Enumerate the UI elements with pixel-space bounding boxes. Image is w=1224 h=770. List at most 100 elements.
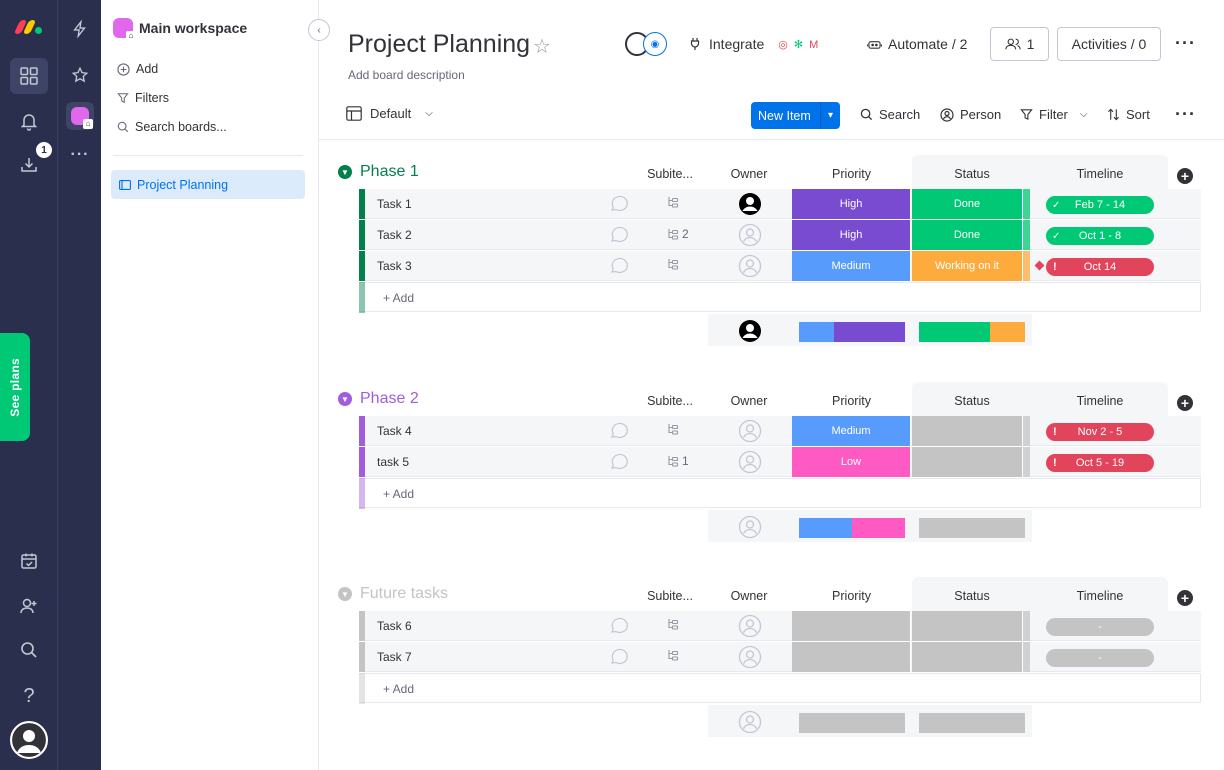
favorite-star-icon[interactable]: ☆ (533, 34, 551, 59)
search-boards-input[interactable]: Search boards... (117, 120, 227, 134)
table-row[interactable]: Task 4 Medium! Nov 2 - 5 (359, 416, 1201, 446)
status-cell[interactable]: Done (912, 220, 1023, 250)
column-header-timeline[interactable]: Timeline (1040, 394, 1160, 408)
subitems-cell[interactable] (667, 649, 682, 661)
invite-members-button[interactable]: 1 (990, 27, 1049, 61)
item-updates-bubble-icon[interactable] (609, 256, 631, 276)
priority-cell[interactable] (792, 611, 911, 641)
priority-cell[interactable] (792, 642, 911, 672)
add-column-icon[interactable]: + (1177, 168, 1193, 184)
status-summary-bar[interactable] (919, 713, 1025, 733)
group-title[interactable]: ▼ Phase 1 (338, 163, 419, 181)
item-name[interactable]: Task 4 (377, 424, 412, 438)
board-link-project-planning[interactable]: Project Planning (111, 170, 305, 199)
subitems-cell[interactable] (667, 258, 682, 270)
timeline-pill[interactable]: - (1046, 618, 1154, 636)
timeline-pill[interactable]: ✓ Feb 7 - 14 (1046, 196, 1154, 214)
status-cell[interactable]: Working on it (912, 251, 1023, 281)
workspace-add-button[interactable]: Add (117, 62, 158, 76)
sort-button[interactable]: Sort (1107, 107, 1150, 122)
owner-empty-avatar-icon[interactable] (738, 419, 762, 443)
search-button[interactable]: Search (860, 107, 920, 122)
calendar-check-icon[interactable] (16, 548, 42, 574)
item-name[interactable]: task 5 (377, 455, 409, 469)
workspace-switch-icon[interactable]: ⌂ (66, 102, 94, 130)
owner-empty-avatar-icon[interactable] (738, 450, 762, 474)
table-row[interactable]: task 5 1 Low ! Oct 5 - 19 (359, 447, 1201, 477)
group-collapse-chevron-icon[interactable]: ▼ (338, 165, 352, 179)
user-avatar[interactable] (10, 721, 48, 759)
bell-icon[interactable] (16, 108, 42, 134)
timeline-pill[interactable]: ! Oct 14 (1046, 258, 1154, 276)
priority-summary-bar[interactable] (799, 713, 905, 733)
more-dots-icon[interactable]: ··· (67, 142, 93, 168)
lightning-icon[interactable] (67, 16, 93, 42)
subitems-cell[interactable]: 1 (667, 454, 689, 468)
status-summary-bar[interactable] (919, 322, 1025, 342)
item-updates-bubble-icon[interactable] (609, 194, 631, 214)
subitems-cell[interactable] (667, 423, 682, 435)
priority-cell[interactable]: Low (792, 447, 911, 477)
column-header-owner[interactable]: Owner (720, 167, 778, 181)
chevron-down-icon[interactable]: ⌵ (1080, 109, 1088, 120)
priority-cell[interactable]: High (792, 220, 911, 250)
column-header-owner[interactable]: Owner (720, 589, 778, 603)
new-item-dropdown-icon[interactable]: ▾ (820, 102, 840, 129)
timeline-pill[interactable]: ✓ Oct 1 - 8 (1046, 227, 1154, 245)
see-plans-button[interactable]: See plans (0, 333, 30, 441)
person-filter-button[interactable]: Person (940, 107, 1001, 122)
activities-button[interactable]: Activities / 0 (1057, 27, 1161, 61)
owner-avatar[interactable] (738, 192, 762, 216)
monday-logo[interactable] (12, 14, 46, 40)
toolbar-more-icon[interactable]: ··· (1175, 104, 1196, 125)
timeline-pill[interactable]: - (1046, 649, 1154, 667)
item-updates-bubble-icon[interactable] (609, 647, 631, 667)
workspace-title[interactable]: ⌂ Main workspace (113, 18, 247, 41)
priority-cell[interactable]: Medium (792, 251, 911, 281)
board-more-icon[interactable]: ··· (1175, 33, 1196, 54)
column-header-timeline[interactable]: Timeline (1040, 167, 1160, 181)
priority-cell[interactable]: High (792, 189, 911, 219)
column-header-subitems[interactable]: Subite... (640, 167, 700, 181)
group-collapse-chevron-icon[interactable]: ▼ (338, 587, 352, 601)
favorites-star-icon[interactable] (67, 62, 93, 88)
automate-button[interactable]: Automate / 2 (867, 36, 967, 52)
item-name[interactable]: Task 1 (377, 197, 412, 211)
column-header-subitems[interactable]: Subite... (640, 589, 700, 603)
item-name[interactable]: Task 6 (377, 619, 412, 633)
status-cell[interactable] (912, 642, 1023, 672)
item-name[interactable]: Task 3 (377, 259, 412, 273)
priority-summary-bar[interactable] (799, 518, 905, 538)
add-item-row[interactable]: + Add (359, 673, 1201, 704)
status-cell[interactable] (912, 416, 1023, 446)
table-row[interactable]: Task 2 2 High Done ✓ Oct 1 - 8 (359, 220, 1201, 250)
priority-cell[interactable]: Medium (792, 416, 911, 446)
help-icon[interactable]: ? (16, 683, 42, 709)
integrate-button[interactable]: Integrate ◎✻M (689, 36, 824, 52)
table-row[interactable]: Task 6 - (359, 611, 1201, 641)
item-name[interactable]: Task 7 (377, 650, 412, 664)
column-header-priority[interactable]: Priority (792, 167, 911, 181)
column-header-status[interactable]: Status (912, 589, 1032, 603)
group-collapse-chevron-icon[interactable]: ▼ (338, 392, 352, 406)
owner-empty-avatar-icon[interactable] (738, 223, 762, 247)
timeline-pill[interactable]: ! Oct 5 - 19 (1046, 454, 1154, 472)
column-header-subitems[interactable]: Subite... (640, 394, 700, 408)
subitems-cell[interactable]: 2 (667, 227, 689, 241)
column-header-status[interactable]: Status (912, 394, 1032, 408)
home-icon[interactable] (10, 58, 48, 94)
priority-summary-bar[interactable] (799, 322, 905, 342)
owner-empty-avatar-icon[interactable] (738, 614, 762, 638)
column-header-status[interactable]: Status (912, 167, 1032, 181)
subitems-cell[interactable] (667, 196, 682, 208)
column-header-priority[interactable]: Priority (792, 394, 911, 408)
group-title[interactable]: ▼ Future tasks (338, 585, 448, 603)
owner-empty-avatar-icon[interactable] (738, 645, 762, 669)
table-row[interactable]: Task 1 High Done ✓ Feb 7 - 14 (359, 189, 1201, 219)
status-cell[interactable]: Done (912, 189, 1023, 219)
add-column-icon[interactable]: + (1177, 590, 1193, 606)
add-item-row[interactable]: + Add (359, 282, 1201, 313)
board-title[interactable]: Project Planning (348, 30, 530, 59)
item-name[interactable]: Task 2 (377, 228, 412, 242)
item-updates-bubble-icon[interactable] (609, 225, 631, 245)
